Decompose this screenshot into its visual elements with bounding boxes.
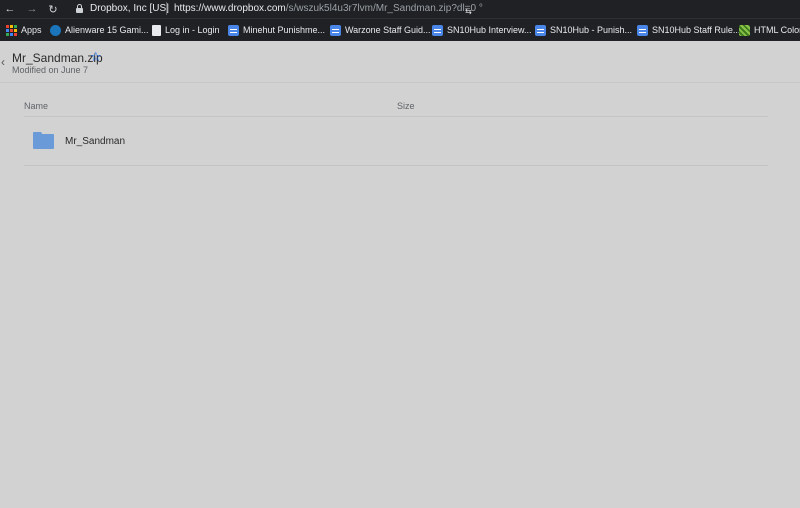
reload-icon[interactable]: ↻: [45, 1, 61, 17]
back-arrow-icon[interactable]: ←: [2, 1, 18, 17]
bookmark-login[interactable]: Log in - Login: [152, 23, 220, 37]
docs-icon: [637, 24, 648, 36]
bookmark-sn10hub-staff-rules[interactable]: SN10Hub Staff Rule...: [637, 23, 740, 37]
docs-icon: [330, 24, 341, 36]
url-path: /s/wszuk5l4u3r7lvm/Mr_Sandman.zip?dl=0: [285, 3, 477, 14]
bookmark-label: SN10Hub Staff Rule...: [652, 25, 741, 35]
bookmark-label: Alienware 15 Gami...: [65, 25, 149, 35]
column-header-size[interactable]: Size: [397, 101, 415, 111]
bookmark-html-color[interactable]: HTML Color Pi: [739, 23, 800, 37]
bookmark-sn10hub-interview[interactable]: SN10Hub Interview...: [432, 23, 532, 37]
bookmark-apps[interactable]: Apps: [6, 23, 42, 37]
bookmark-label: SN10Hub Interview...: [447, 25, 532, 35]
browser-address-bar: ← → ↻ Dropbox, Inc [US] https://www.drop…: [0, 0, 800, 18]
url-host: https://www.dropbox.com: [174, 3, 286, 14]
apps-grid-icon: [6, 24, 17, 36]
bookmark-sn10hub-punish[interactable]: SN10Hub - Punish...: [535, 23, 632, 37]
address-divider: [166, 2, 167, 15]
bookmark-alienware[interactable]: Alienware 15 Gami...: [50, 23, 149, 37]
color-picker-icon: [739, 24, 750, 36]
bookmarks-bar: Apps Alienware 15 Gami... Log in - Login…: [0, 18, 800, 41]
docs-icon: [535, 24, 546, 36]
bookmark-label: Warzone Staff Guid...: [345, 25, 431, 35]
alienware-icon: [50, 24, 61, 36]
modified-date: Modified on June 7: [12, 65, 89, 75]
bookmark-label: Apps: [21, 25, 42, 35]
column-header-name[interactable]: Name: [24, 101, 48, 111]
bookmark-label: Minehut Punishme...: [243, 25, 326, 35]
row-name[interactable]: Mr_Sandman: [65, 136, 125, 147]
table-row[interactable]: Mr_Sandman: [24, 117, 768, 166]
bookmark-label: HTML Color Pi: [754, 25, 800, 35]
lock-icon[interactable]: [76, 4, 83, 13]
bookmark-minehut[interactable]: Minehut Punishme...: [228, 23, 325, 37]
star-icon[interactable]: ☆: [90, 49, 102, 65]
url-field[interactable]: https://www.dropbox.com/s/wszuk5l4u3r7lv…: [174, 3, 483, 14]
file-header: ‹ Mr_Sandman.zip ☆ Modified on June 7: [0, 41, 800, 83]
docs-icon: [432, 24, 443, 36]
bookmark-label: SN10Hub - Punish...: [550, 25, 633, 35]
cursor-icon: ⇆: [465, 7, 472, 16]
url-trailing: °: [476, 3, 483, 14]
bookmark-warzone[interactable]: Warzone Staff Guid...: [330, 23, 431, 37]
bookmark-label: Log in - Login: [165, 25, 220, 35]
back-chevron-icon[interactable]: ‹: [1, 55, 5, 69]
forward-arrow-icon[interactable]: →: [24, 1, 40, 17]
site-identity[interactable]: Dropbox, Inc [US]: [90, 3, 169, 14]
docs-icon: [228, 24, 239, 36]
page-icon: [152, 24, 161, 36]
folder-icon: [33, 132, 54, 149]
